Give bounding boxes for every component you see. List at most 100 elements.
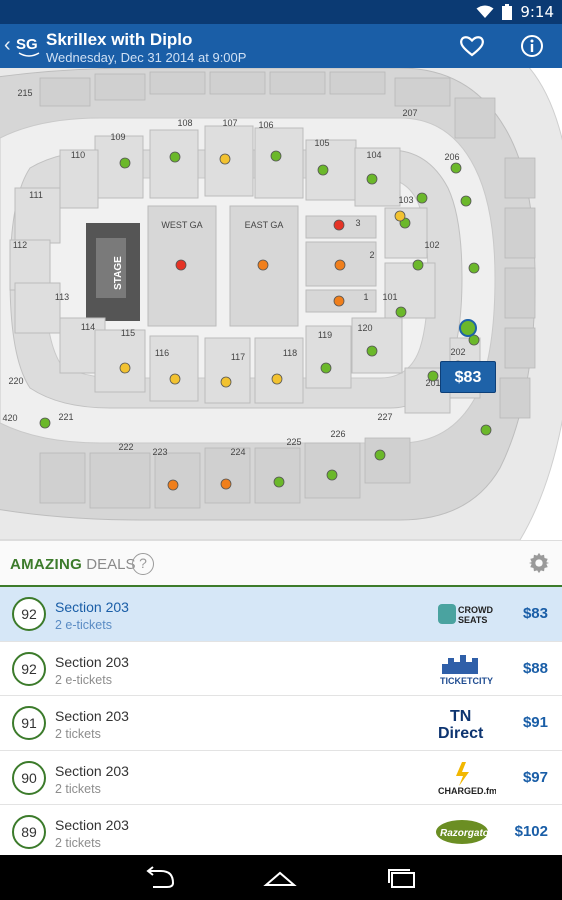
section-label: 109	[110, 132, 125, 142]
section-label: 221	[58, 412, 73, 422]
battery-icon	[502, 4, 513, 20]
heart-icon[interactable]	[459, 34, 485, 58]
deals-title-strong: AMAZING	[10, 556, 83, 573]
availability-dot[interactable]	[119, 362, 131, 374]
venue-map[interactable]: 215 207 108 107 106 109 105 110 104 206 111 103 112 1…	[0, 68, 562, 540]
availability-dot[interactable]	[468, 262, 480, 274]
section-label: 111	[29, 190, 43, 200]
availability-dot[interactable]	[394, 210, 406, 222]
svg-text:CROWD: CROWD	[458, 605, 493, 615]
section-label: 101	[382, 292, 397, 302]
section-label: 103	[398, 195, 413, 205]
section-label: 227	[377, 412, 392, 422]
section-label: 226	[330, 429, 345, 439]
deal-section: Section 203	[55, 817, 129, 833]
availability-dot[interactable]	[220, 376, 232, 388]
svg-text:TN: TN	[450, 708, 471, 725]
availability-dot[interactable]	[326, 469, 338, 481]
recents-icon[interactable]	[384, 865, 420, 891]
floor-section-label: 2	[369, 250, 374, 260]
section-label: 117	[231, 352, 245, 362]
deal-price: $83	[522, 605, 548, 622]
availability-dot[interactable]	[169, 151, 181, 163]
deal-row[interactable]: 92 Section 203 2 e-tickets TICKETCITY $88	[0, 641, 562, 696]
deal-tickets: 2 e-tickets	[55, 672, 112, 687]
section-label: 114	[81, 322, 95, 332]
availability-dot[interactable]	[480, 424, 492, 436]
availability-dot[interactable]	[119, 157, 131, 169]
section-label: 119	[318, 330, 332, 340]
availability-dot[interactable]	[366, 173, 378, 185]
selected-availability-dot[interactable]	[459, 319, 477, 337]
gear-icon[interactable]	[528, 552, 550, 574]
availability-dot[interactable]	[320, 362, 332, 374]
svg-text:CHARGED.fm: CHARGED.fm	[438, 786, 496, 796]
section-label: 108	[177, 118, 192, 128]
section-label: 206	[444, 152, 459, 162]
deal-price: $97	[522, 768, 548, 786]
availability-dot[interactable]	[175, 259, 187, 271]
deal-price: $88	[522, 659, 548, 677]
home-icon[interactable]	[262, 865, 298, 891]
availability-dot[interactable]	[219, 153, 231, 165]
availability-dot[interactable]	[333, 219, 345, 231]
availability-dot[interactable]	[220, 478, 232, 490]
availability-dot[interactable]	[273, 476, 285, 488]
availability-dot[interactable]	[374, 449, 386, 461]
deal-score-badge: 92	[12, 597, 46, 631]
deal-row[interactable]: 91 Section 203 2 tickets TN Direct $91	[0, 696, 562, 751]
availability-dot[interactable]	[39, 417, 51, 429]
help-icon[interactable]: ?	[132, 553, 154, 575]
availability-dot[interactable]	[460, 195, 472, 207]
section-label: 105	[314, 138, 329, 148]
deals-title: AMAZING DEALS	[10, 556, 135, 573]
svg-text:SG: SG	[16, 36, 38, 53]
section-label: 112	[13, 240, 27, 250]
availability-dot[interactable]	[317, 164, 329, 176]
deal-row[interactable]: 90 Section 203 2 tickets CHARGED.fm $97	[0, 750, 562, 805]
nav-bar	[0, 855, 562, 900]
deal-row[interactable]: 92 Section 203 2 e-tickets CROWD SEATS $83	[0, 587, 562, 642]
selected-price-tag[interactable]: $83	[440, 361, 496, 393]
section-label: 107	[222, 118, 237, 128]
wifi-icon	[476, 5, 494, 18]
deal-section: Section 203	[55, 653, 129, 670]
availability-dot[interactable]	[412, 259, 424, 271]
deal-tickets: 2 tickets	[55, 727, 101, 741]
seatgeek-logo[interactable]: SG	[16, 34, 42, 58]
availability-dot[interactable]	[366, 345, 378, 357]
availability-dot[interactable]	[169, 373, 181, 385]
status-bar: 9:14	[0, 0, 562, 24]
app-bar: ‹ SG Skrillex with Diplo Wednesday, Dec …	[0, 24, 562, 68]
availability-dot[interactable]	[271, 373, 283, 385]
availability-dot[interactable]	[333, 295, 345, 307]
deal-score-badge: 92	[12, 651, 46, 686]
up-navigation-icon[interactable]: ‹	[4, 35, 11, 55]
section-label: 223	[152, 447, 167, 457]
section-label: 102	[424, 240, 439, 250]
section-label: 215	[17, 88, 32, 98]
availability-dot[interactable]	[257, 259, 269, 271]
section-label: 110	[71, 150, 85, 160]
deal-row[interactable]: 89 Section 203 2 tickets Razorgator $102	[0, 805, 562, 860]
availability-dot[interactable]	[416, 192, 428, 204]
section-label: 207	[402, 108, 417, 118]
section-label: 116	[155, 348, 169, 358]
deal-section: Section 203	[55, 762, 129, 779]
floor-section-label: 3	[355, 218, 360, 228]
svg-text:TICKETCITY: TICKETCITY	[440, 676, 493, 686]
availability-dot[interactable]	[334, 259, 346, 271]
svg-text:Direct: Direct	[438, 725, 484, 742]
section-label: 106	[258, 120, 273, 130]
availability-dot[interactable]	[270, 150, 282, 162]
availability-dot[interactable]	[427, 370, 439, 382]
availability-dot[interactable]	[450, 162, 462, 174]
section-label: 420	[2, 413, 17, 423]
info-icon[interactable]	[520, 34, 544, 58]
availability-dot[interactable]	[167, 479, 179, 491]
availability-dot[interactable]	[395, 306, 407, 318]
deals-list: 92 Section 203 2 e-tickets CROWD SEATS $83 92 S…	[0, 587, 562, 860]
back-icon[interactable]	[143, 865, 179, 891]
section-label: 225	[286, 437, 301, 447]
section-label: 222	[118, 442, 133, 452]
